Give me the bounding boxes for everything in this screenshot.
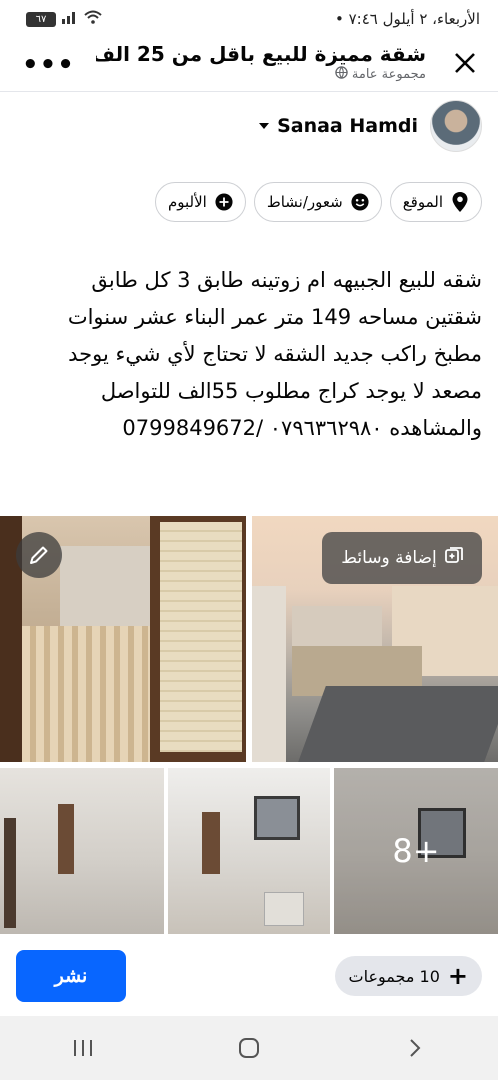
smiley-icon — [351, 193, 369, 211]
plus-icon: + — [447, 962, 468, 990]
photo-detail — [22, 626, 150, 762]
post-option-chips: الموقع شعور/نشاط الألبوم — [154, 182, 482, 222]
poster-identity-selector[interactable]: Sanaa Hamdi — [259, 115, 418, 137]
group-title: شقة مميزة للبيع باقل من 25 الف دينار ارد… — [96, 42, 426, 66]
photo-detail — [252, 586, 286, 762]
avatar[interactable] — [430, 100, 482, 152]
recents-button[interactable] — [53, 1028, 113, 1068]
back-button[interactable] — [385, 1028, 445, 1068]
globe-icon — [335, 66, 348, 83]
album-chip[interactable]: الألبوم — [154, 182, 246, 222]
home-button[interactable] — [219, 1028, 279, 1068]
status-bar: ٦٧ الأربعاء، ٢ أيلول ٧:٤٦ • — [0, 0, 498, 38]
audience-text: مجموعة عامة — [351, 67, 426, 82]
status-icons: ٦٧ — [26, 10, 102, 28]
photo-detail — [264, 892, 304, 926]
plus-circle-icon — [215, 193, 233, 211]
edit-media-button[interactable] — [16, 532, 62, 578]
recents-icon — [74, 1040, 92, 1056]
photo-plus-icon — [444, 546, 463, 570]
media-grid: إضافة وسائط 8+ — [0, 516, 498, 934]
chevron-right-icon — [410, 1039, 421, 1057]
add-media-button[interactable]: إضافة وسائط — [322, 532, 482, 584]
location-chip-label: الموقع — [402, 193, 443, 211]
photo-room-1[interactable] — [0, 768, 164, 934]
more-options-button[interactable]: ••• — [22, 50, 75, 80]
groups-label: 10 مجموعات — [348, 966, 440, 986]
photo-detail — [4, 818, 16, 928]
album-chip-label: الألبوم — [167, 193, 207, 211]
add-media-label: إضافة وسائط — [341, 548, 437, 568]
photo-room-3[interactable]: 8+ — [334, 768, 498, 934]
publish-button[interactable]: نشر — [16, 950, 126, 1002]
groups-selector-button[interactable]: + 10 مجموعات — [334, 956, 482, 996]
audience-label: مجموعة عامة — [335, 66, 426, 83]
close-icon — [455, 53, 475, 73]
close-button[interactable] — [452, 50, 478, 76]
photo-detail — [202, 812, 220, 874]
location-chip[interactable]: الموقع — [389, 182, 482, 222]
pencil-icon — [30, 546, 48, 564]
photo-detail — [298, 686, 498, 762]
system-navigation-bar — [0, 1016, 498, 1080]
photo-detail — [160, 522, 242, 752]
poster: Sanaa Hamdi — [259, 100, 482, 152]
home-icon — [239, 1038, 259, 1058]
photo-balcony[interactable] — [0, 516, 246, 762]
battery-icon: ٦٧ — [26, 11, 56, 27]
post-text-input[interactable]: شقه للبيع الجبيهه ام زوتينه طابق 3 كل طا… — [12, 262, 482, 447]
post-line: شقه للبيع الجبيهه ام زوتينه طابق 3 كل طا… — [91, 268, 482, 292]
composer-actions: نشر + 10 مجموعات — [0, 950, 498, 1004]
caret-down-icon — [259, 123, 270, 129]
feeling-chip[interactable]: شعور/نشاط — [253, 182, 382, 222]
photo-detail — [60, 546, 150, 626]
post-line: والمشاهده ٠٧٩٦٣٦٢٩٨٠ /0799849672 — [122, 416, 482, 440]
post-line: مطبخ راكب جديد الشقه لا تحتاج لأي شيء يو… — [68, 342, 482, 366]
photo-detail — [254, 796, 300, 840]
photo-room-2[interactable] — [168, 768, 330, 934]
photo-street-view[interactable]: إضافة وسائط — [252, 516, 498, 762]
more-photos-count[interactable]: 8+ — [334, 768, 498, 934]
signal-icon — [62, 10, 78, 28]
wifi-icon — [84, 10, 102, 28]
composer-header: ••• شقة مميزة للبيع باقل من 25 الف دينار… — [0, 38, 498, 92]
post-line: شقتين مساحه 149 متر عمر البناء عشر سنوات — [67, 305, 482, 329]
poster-name: Sanaa Hamdi — [277, 115, 418, 137]
photo-detail — [292, 606, 382, 646]
post-line: مصعد لا يوجد كراج مطلوب 55الف للتواصل — [100, 379, 482, 403]
location-pin-icon — [451, 192, 469, 212]
feeling-chip-label: شعور/نشاط — [266, 193, 343, 211]
status-datetime: الأربعاء، ٢ أيلول ٧:٤٦ • — [334, 10, 480, 28]
photo-detail — [58, 804, 74, 874]
